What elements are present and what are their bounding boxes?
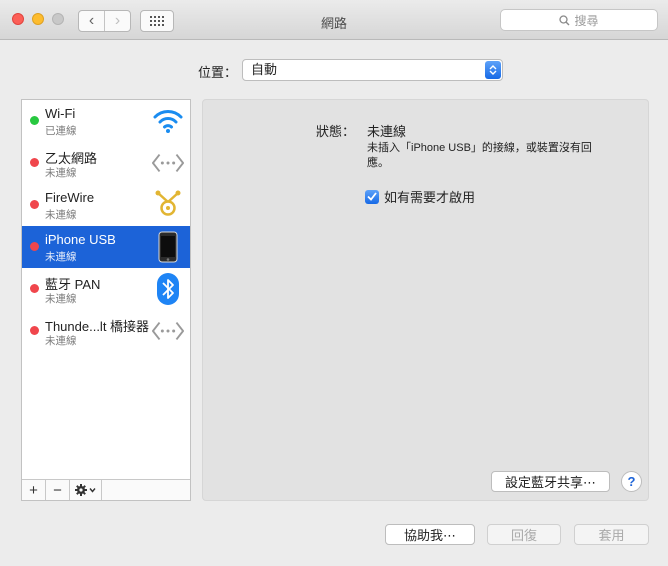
- service-item-firewire[interactable]: FireWire 未連線: [22, 184, 190, 226]
- service-name: FireWire: [45, 190, 95, 205]
- service-item-bluetooth-pan[interactable]: 藍牙 PAN 未連線: [22, 268, 190, 310]
- service-status: 未連線: [45, 335, 77, 347]
- status-dot: [30, 326, 39, 335]
- status-description: 未插入「iPhone USB」的接線，或裝置沒有回應。: [367, 142, 592, 169]
- thunderbolt-bridge-icon: [152, 315, 184, 347]
- revert-button[interactable]: 回復: [487, 524, 561, 545]
- status-dot: [30, 284, 39, 293]
- status-value: 未連線: [367, 124, 407, 139]
- service-list-toolbar: + −: [22, 479, 190, 500]
- service-item-iphone-usb[interactable]: iPhone USB 未連線: [22, 226, 190, 268]
- add-service-button[interactable]: +: [22, 480, 46, 500]
- service-status: 未連線: [45, 251, 77, 263]
- search-icon: [559, 14, 570, 25]
- help-button[interactable]: ?: [621, 471, 642, 492]
- location-value: 自動: [251, 62, 278, 77]
- bluetooth-icon: [152, 273, 184, 305]
- location-label: 位置：: [198, 65, 238, 80]
- status-label: 狀態：: [316, 124, 356, 139]
- auto-enable-checkbox[interactable]: [365, 189, 379, 204]
- apply-button[interactable]: 套用: [574, 524, 649, 545]
- auto-enable-label: 如有需要才啟用: [384, 190, 476, 205]
- title-bar: ‹ › 網路 搜尋: [0, 0, 668, 40]
- service-detail-pane: 狀態： 未連線 未插入「iPhone USB」的接線，或裝置沒有回應。 如有需要…: [202, 99, 649, 501]
- action-menu-button[interactable]: [70, 480, 102, 500]
- service-name: iPhone USB: [45, 232, 116, 247]
- service-status: 已連線: [45, 125, 77, 137]
- checkmark-icon: [367, 192, 377, 201]
- service-status: 未連線: [45, 167, 77, 179]
- status-dot: [30, 242, 39, 251]
- location-select[interactable]: 自動: [242, 59, 503, 81]
- service-status: 未連線: [45, 209, 77, 221]
- search-placeholder: 搜尋: [574, 13, 599, 28]
- bluetooth-share-button[interactable]: 設定藍牙共享⋯: [491, 471, 610, 492]
- search-input[interactable]: 搜尋: [500, 9, 658, 31]
- iphone-icon: [152, 231, 184, 263]
- ethernet-icon: [152, 147, 184, 179]
- assist-me-button[interactable]: 協助我⋯: [385, 524, 475, 545]
- auto-enable-option[interactable]: 如有需要才啟用: [365, 187, 475, 206]
- status-dot: [30, 200, 39, 209]
- service-name: Wi-Fi: [45, 106, 76, 121]
- chevron-up-down-icon: [485, 61, 501, 79]
- service-status: 未連線: [45, 293, 77, 305]
- service-list: Wi-Fi 已連線 乙太網路 未連線 FireWire 未連線 iPhone U…: [21, 99, 191, 501]
- status-dot: [30, 116, 39, 125]
- gear-icon: [74, 484, 96, 496]
- service-item-ethernet[interactable]: 乙太網路 未連線: [22, 142, 190, 184]
- service-item-wifi[interactable]: Wi-Fi 已連線: [22, 100, 190, 142]
- wifi-icon: [152, 105, 184, 137]
- status-dot: [30, 158, 39, 167]
- firewire-icon: [152, 189, 184, 221]
- service-item-thunderbolt-bridge[interactable]: Thunde...lt 橋接器 未連線: [22, 310, 190, 352]
- remove-service-button[interactable]: −: [46, 480, 70, 500]
